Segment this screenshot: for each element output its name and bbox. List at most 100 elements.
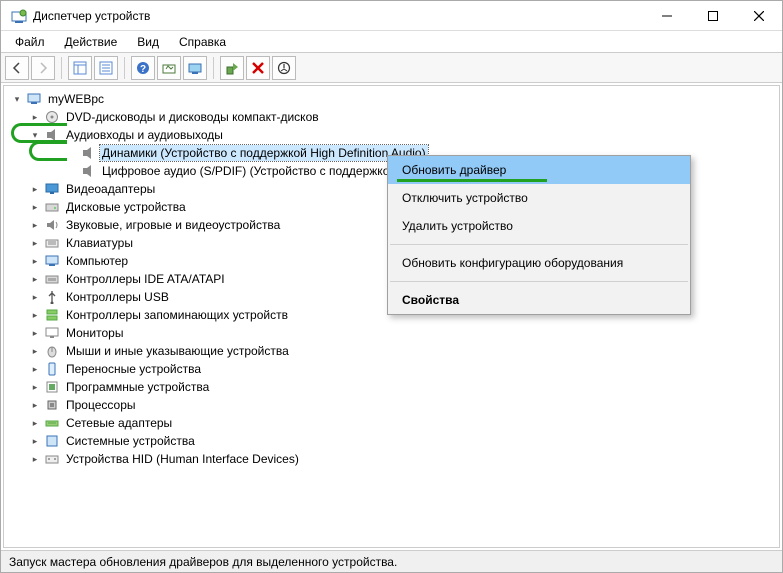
maximize-button[interactable] [690,1,736,31]
caret-right-icon[interactable]: ▸ [28,416,42,430]
mouse-icon [44,343,60,359]
caret-right-icon[interactable]: ▸ [28,380,42,394]
cm-scan-hardware[interactable]: Обновить конфигурацию оборудования [388,249,690,277]
speaker-icon [80,145,96,161]
statusbar: Запуск мастера обновления драйверов для … [1,550,782,572]
close-button[interactable] [736,1,782,31]
forward-button[interactable] [31,56,55,80]
svg-text:?: ? [140,64,146,75]
tree-category[interactable]: ▸ DVD-дисководы и дисководы компакт-диск… [4,108,779,126]
caret-right-icon[interactable]: ▸ [28,398,42,412]
tree-category[interactable]: ▸ Устройства HID (Human Interface Device… [4,450,779,468]
software-icon [44,379,60,395]
tree-category[interactable]: ▸ Процессоры [4,396,779,414]
pc-icon [26,91,42,107]
caret-right-icon[interactable]: ▸ [28,290,42,304]
cm-disable-device[interactable]: Отключить устройство [388,184,690,212]
ide-icon [44,271,60,287]
cm-update-driver[interactable]: Обновить драйвер [388,156,690,184]
caret-right-icon[interactable]: ▸ [28,308,42,322]
caret-right-icon[interactable]: ▸ [28,434,42,448]
keyboard-icon [44,235,60,251]
caret-right-icon[interactable]: ▸ [28,182,42,196]
caret-right-icon[interactable]: ▸ [28,272,42,286]
menubar: Файл Действие Вид Справка [1,31,782,53]
show-hide-console-tree-button[interactable] [68,56,92,80]
scan-hardware-button[interactable] [183,56,207,80]
tree-category-label: Мониторы [64,325,125,341]
tree-device-label: Цифровое аудио (S/PDIF) (Устройство с по… [100,163,398,179]
disable-device-button[interactable] [272,56,296,80]
toolbar-separator [213,57,214,79]
tree-category-label: Аудиовходы и аудиовыходы [64,127,225,143]
menu-view[interactable]: Вид [127,33,169,51]
tree-category[interactable]: ▸ Сетевые адаптеры [4,414,779,432]
caret-down-icon[interactable]: ▾ [10,92,24,106]
toolbar-separator [61,57,62,79]
caret-right-icon[interactable]: ▸ [28,110,42,124]
tree-category-label: Сетевые адаптеры [64,415,174,431]
audio-icon [44,127,60,143]
caret-right-icon[interactable]: ▸ [28,254,42,268]
caret-right-icon[interactable]: ▸ [28,326,42,340]
toolbar-separator [124,57,125,79]
tree-category-label: Системные устройства [64,433,197,449]
app-icon [11,8,27,24]
tree-category-label: Процессоры [64,397,138,413]
tree-category[interactable]: ▸ Переносные устройства [4,360,779,378]
tree-category-label: DVD-дисководы и дисководы компакт-дисков [64,109,321,125]
caret-right-icon[interactable]: ▸ [28,452,42,466]
caret-right-icon[interactable]: ▸ [28,200,42,214]
statusbar-text: Запуск мастера обновления драйверов для … [9,555,397,569]
drive-icon [44,199,60,215]
tree-category-label: Устройства HID (Human Interface Devices) [64,451,301,467]
tree-category-label: Дисковые устройства [64,199,188,215]
caret-down-icon[interactable]: ▾ [28,128,42,142]
storage-icon [44,307,60,323]
caret-right-icon[interactable]: ▸ [28,362,42,376]
caret-right-icon[interactable]: ▸ [28,344,42,358]
caret-right-icon[interactable]: ▸ [28,236,42,250]
toolbar: ? [1,53,782,83]
monitor-icon [44,325,60,341]
usb-icon [44,289,60,305]
update-driver-button[interactable] [157,56,181,80]
window-title: Диспетчер устройств [33,9,644,23]
tree-category-label: Переносные устройства [64,361,203,377]
tree-category[interactable]: ▸ Программные устройства [4,378,779,396]
pc-icon [44,253,60,269]
tree-category-label: Клавиатуры [64,235,135,251]
context-menu-separator [390,281,688,282]
display-icon [44,181,60,197]
titlebar: Диспетчер устройств [1,1,782,31]
enable-device-button[interactable] [220,56,244,80]
tree-category-label: Контроллеры запоминающих устройств [64,307,290,323]
back-button[interactable] [5,56,29,80]
tree-category-label: Видеоадаптеры [64,181,157,197]
context-menu-separator [390,244,688,245]
hid-icon [44,451,60,467]
help-button[interactable]: ? [131,56,155,80]
tree-root-label: myWEBpc [46,91,106,107]
uninstall-device-button[interactable] [246,56,270,80]
menu-help[interactable]: Справка [169,33,236,51]
menu-file[interactable]: Файл [5,33,55,51]
sound-icon [44,217,60,233]
tree-root[interactable]: ▾ myWEBpc [4,90,779,108]
minimize-button[interactable] [644,1,690,31]
cm-uninstall-device[interactable]: Удалить устройство [388,212,690,240]
caret-right-icon[interactable]: ▸ [28,218,42,232]
network-icon [44,415,60,431]
tree-category-label: Компьютер [64,253,130,269]
tree-category-label: Контроллеры USB [64,289,171,305]
context-menu: Обновить драйвер Отключить устройство Уд… [387,155,691,315]
tree-category[interactable]: ▸ Мыши и иные указывающие устройства [4,342,779,360]
tree-category[interactable]: ▸ Системные устройства [4,432,779,450]
menu-action[interactable]: Действие [55,33,128,51]
tree-device-label: Динамики (Устройство с поддержкой High D… [100,145,428,161]
cm-properties[interactable]: Свойства [388,286,690,314]
tree-category[interactable]: ▸ Мониторы [4,324,779,342]
tree-category[interactable]: ▾ Аудиовходы и аудиовыходы [4,126,779,144]
properties-button[interactable] [94,56,118,80]
cpu-icon [44,397,60,413]
